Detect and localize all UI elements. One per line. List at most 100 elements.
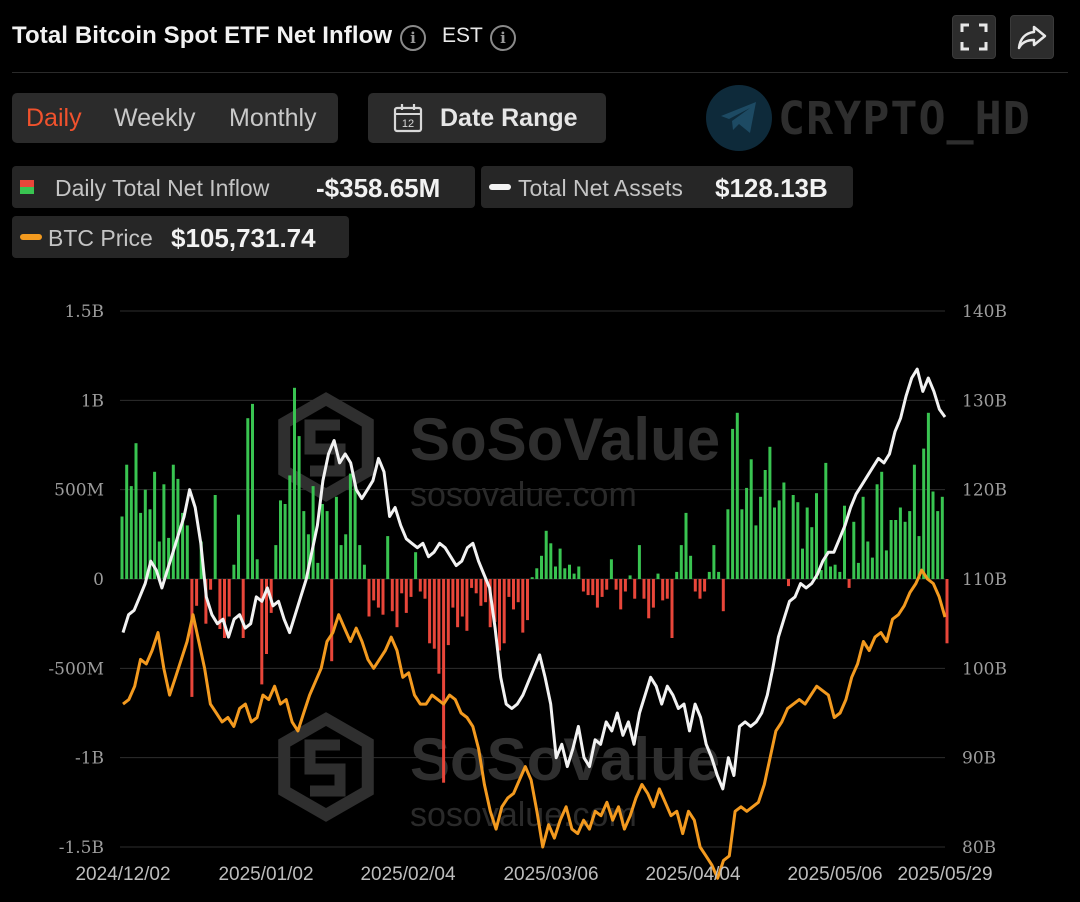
legend-price-label: BTC Price xyxy=(48,225,153,251)
fullscreen-icon xyxy=(960,23,988,51)
inflow-bar xyxy=(745,487,749,579)
x-tick-label: 2025/05/29 xyxy=(897,864,992,885)
inflow-bar xyxy=(614,579,618,590)
inflow-bar xyxy=(833,564,837,579)
inflow-bar xyxy=(372,579,376,601)
x-tick-label: 2025/02/04 xyxy=(360,864,456,885)
inflow-bar xyxy=(297,436,301,579)
inflow-bar xyxy=(884,550,888,579)
inflow-bar xyxy=(404,579,408,613)
inflow-bar xyxy=(656,573,660,579)
inflow-bar xyxy=(707,571,711,579)
inflow-bar xyxy=(936,511,940,579)
inflow-bar xyxy=(661,579,665,601)
inflow-bar xyxy=(591,579,595,596)
inflow-bar xyxy=(185,525,189,579)
inflow-bar xyxy=(940,496,944,579)
tab-monthly[interactable]: Monthly xyxy=(229,104,317,133)
inflow-bar xyxy=(554,566,557,579)
inflow-bar xyxy=(474,579,478,594)
right-tick-label: 140B xyxy=(962,302,1007,322)
tab-weekly[interactable]: Weekly xyxy=(114,104,196,133)
inflow-bar xyxy=(437,579,441,674)
inflow-bar xyxy=(782,482,786,579)
inflow-bar xyxy=(801,548,804,579)
inflow-bar xyxy=(456,579,460,628)
inflow-bar xyxy=(162,484,166,579)
brand-watermark: CRYPTO_HD xyxy=(778,92,1031,145)
inflow-bar xyxy=(344,534,348,579)
inflow-bar xyxy=(805,507,809,579)
watermark-url: sosovalue.com xyxy=(410,476,637,514)
inflow-bar xyxy=(749,459,753,579)
inflow-bar xyxy=(926,412,930,579)
share-button[interactable] xyxy=(1010,15,1054,59)
info-icon[interactable]: i xyxy=(400,25,426,51)
inflow-bar xyxy=(367,579,371,617)
inflow-bar xyxy=(530,577,534,579)
inflow-bar xyxy=(628,575,632,579)
inflow-bar xyxy=(274,545,278,579)
info-icon[interactable]: i xyxy=(490,25,516,51)
legend-inflow[interactable]: Daily Total Net Inflow -$358.65M xyxy=(12,166,475,208)
legend-price-value: $105,731.74 xyxy=(171,223,316,253)
legend-assets[interactable]: Total Net Assets $128.13B xyxy=(481,166,853,208)
inflow-bar xyxy=(605,579,609,590)
inflow-bar xyxy=(815,493,818,579)
inflow-bar xyxy=(675,571,679,579)
date-range-label: Date Range xyxy=(440,104,578,132)
right-tick-label: 120B xyxy=(962,481,1007,501)
legend-inflow-value: -$358.65M xyxy=(316,173,441,203)
inflow-bar xyxy=(251,403,254,579)
legend-assets-value: $128.13B xyxy=(715,173,828,203)
legend-assets-label: Total Net Assets xyxy=(518,175,683,201)
inflow-bar xyxy=(502,579,506,644)
legend-price[interactable]: BTC Price $105,731.74 xyxy=(12,216,349,258)
inflow-bar xyxy=(572,573,576,579)
inflow-bar xyxy=(726,509,730,579)
inflow-bar xyxy=(861,496,865,579)
legend-inflow-label: Daily Total Net Inflow xyxy=(55,175,270,201)
inflow-bar xyxy=(824,462,828,579)
inflow-bar xyxy=(209,579,213,590)
inflow-bar xyxy=(460,579,464,617)
inflow-bar xyxy=(320,504,324,579)
inflow-bar xyxy=(171,464,175,579)
inflow-bar xyxy=(712,545,716,579)
inflow-bar xyxy=(358,545,362,579)
inflow-chart[interactable]: SoSoValuesosovalue.com SoSoValuesosovalue… xyxy=(0,290,1080,902)
inflow-bar xyxy=(540,555,543,579)
inflow-swatch-negative xyxy=(20,180,34,187)
inflow-bar xyxy=(246,418,250,579)
x-tick-label: 2025/01/02 xyxy=(218,864,313,885)
inflow-bar xyxy=(549,543,553,579)
inflow-bar xyxy=(302,511,306,579)
sosovalue-watermark: SoSoValuesosovalue.com xyxy=(278,712,720,834)
inflow-bar xyxy=(409,579,413,597)
inflow-bar xyxy=(870,557,874,579)
inflow-bar xyxy=(498,579,501,651)
date-range-button[interactable]: 12 Date Range xyxy=(368,93,606,143)
inflow-bar xyxy=(684,512,688,579)
inflow-bar xyxy=(232,564,236,579)
inflow-bar xyxy=(376,579,380,608)
tab-daily[interactable]: Daily xyxy=(26,104,82,133)
inflow-bar xyxy=(600,579,604,597)
inflow-bar xyxy=(633,579,637,599)
price-swatch xyxy=(20,234,42,240)
right-tick-label: 110B xyxy=(962,570,1007,590)
left-tick-label: 1.5B xyxy=(64,302,104,322)
inflow-bar xyxy=(316,562,320,579)
inflow-bar xyxy=(847,579,851,588)
inflow-bar xyxy=(679,545,683,579)
inflow-bar xyxy=(451,579,455,608)
inflow-bar xyxy=(693,579,697,592)
inflow-bar xyxy=(293,387,296,579)
right-axis: 140B 130B 120B 110B 100B 90B 80B xyxy=(962,302,1007,858)
right-tick-label: 130B xyxy=(962,391,1007,411)
fullscreen-button[interactable] xyxy=(952,15,996,59)
right-tick-label: 90B xyxy=(962,749,996,769)
inflow-bar xyxy=(791,495,795,579)
inflow-bar xyxy=(414,552,418,579)
assets-swatch xyxy=(489,184,511,190)
